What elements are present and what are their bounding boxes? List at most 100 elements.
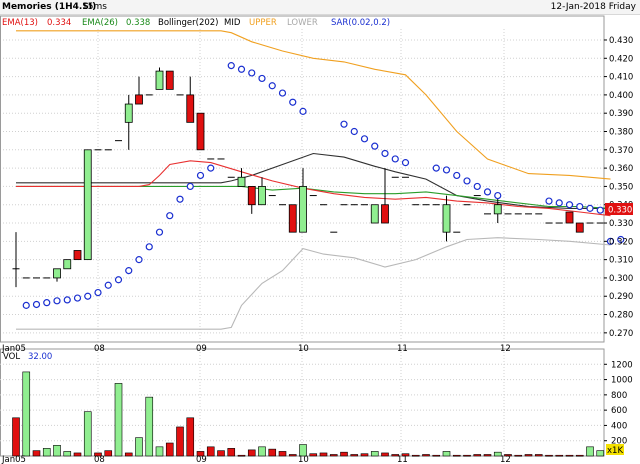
volume-label: VOL [3, 352, 20, 362]
sar-dot [135, 256, 143, 264]
volume-unit-label: x1K [607, 446, 623, 456]
candle [381, 168, 389, 224]
volume-bar-down [124, 452, 133, 457]
price-tick-label: 0.280 [609, 311, 633, 321]
candle [73, 250, 82, 261]
volume-bar-down [432, 454, 441, 457]
legend-lower: LOWER [287, 18, 318, 28]
volume-bar-down [381, 452, 389, 457]
price-tick-label: 0.430 [609, 36, 633, 46]
candle [53, 268, 61, 282]
volume-bar-down [73, 452, 82, 457]
bollinger-upper-line [16, 30, 611, 180]
price-tick-label: 0.360 [609, 164, 633, 174]
volume-tick-label: 400 [611, 421, 627, 431]
candle-down-body [288, 204, 297, 233]
sar-dot [145, 243, 153, 251]
volume-bar-up [135, 437, 143, 457]
price-tick-label: 0.420 [609, 54, 633, 64]
volume-bar-down [268, 448, 277, 457]
candle-up-body [63, 259, 72, 270]
volume-bar-up [114, 383, 123, 457]
legend-ema13-value: 0.334 [47, 18, 71, 28]
candle-up-body [370, 204, 379, 224]
sar-dot [565, 201, 574, 209]
price-tick-label: 0.350 [609, 182, 633, 192]
sar-dot [196, 171, 205, 180]
candle-down-body [165, 70, 174, 90]
candles [12, 67, 604, 288]
candle-up-body [83, 149, 92, 261]
volume-bar-down [104, 450, 113, 457]
volume-tick-label: 1000 [611, 376, 633, 386]
sar-dot [248, 69, 256, 77]
legend-ema13: EMA(13) [2, 18, 38, 28]
candle [186, 76, 195, 123]
price-tick-label: 0.290 [609, 292, 633, 302]
sar-dots [22, 62, 625, 309]
volume-bar-down [247, 449, 256, 457]
volume-x-tick-label: 10 [298, 455, 309, 464]
price-x-tick-label: 09 [196, 344, 207, 354]
volume-bar-down [206, 446, 215, 457]
price-tick-label: 0.370 [609, 146, 633, 156]
volume-bar-up [596, 450, 605, 457]
price-x-tick-label: 12 [500, 344, 511, 354]
volume-bar-down [186, 417, 195, 457]
legend-mid: MID [224, 18, 241, 28]
sar-dot [371, 142, 379, 150]
volume-x-tick-label: 12 [500, 455, 511, 464]
candle [442, 195, 451, 242]
sar-dot [432, 164, 440, 172]
sar-dot [494, 191, 502, 200]
candle [288, 204, 297, 233]
volume-x-tick-label: 08 [94, 455, 105, 464]
candle-up-body [155, 70, 164, 90]
volume-bar-down [319, 452, 328, 457]
volume-bar-down [555, 454, 564, 457]
candle-down-body [186, 94, 195, 123]
sar-dot [401, 159, 410, 167]
price-axis: 0.2700.2800.2900.3000.3100.3200.3300.340… [604, 36, 633, 339]
sar-dot [176, 195, 184, 203]
sar-dot [32, 300, 41, 309]
candle [63, 259, 72, 270]
sar-dot [166, 212, 174, 220]
price-x-tick-label: 08 [94, 344, 105, 354]
volume-bar-down [165, 442, 174, 457]
sar-dot [94, 288, 102, 297]
candle-up-body [237, 176, 246, 187]
volume-bar-down [473, 454, 482, 457]
candle-up-body [258, 186, 266, 206]
volume-bar-up [370, 451, 379, 457]
sar-dot [473, 182, 481, 191]
volume-bar-down [360, 453, 369, 457]
volume-bar-up [53, 444, 61, 457]
volume-bar-down [12, 417, 20, 457]
sar-dot [258, 74, 266, 83]
legend-bollinger: Bollinger(202) [158, 18, 218, 28]
sar-dot [545, 197, 553, 205]
legend-ema26: EMA(26) [82, 18, 118, 28]
volume-bars [12, 371, 605, 457]
volume-tick-label: 800 [611, 391, 627, 401]
volume-bar-down [176, 426, 184, 457]
sar-dot [381, 149, 389, 158]
sar-dot [391, 155, 399, 163]
sar-dot [104, 281, 112, 289]
volume-bar-down [514, 454, 523, 457]
volume-tick-label: 1200 [611, 360, 633, 370]
volume-axis: 20040060080010001200 [604, 360, 633, 447]
candle [135, 76, 143, 105]
sar-dot [350, 127, 358, 136]
ema13-line [16, 160, 611, 217]
candle-up-body [124, 103, 133, 123]
candle [196, 112, 205, 151]
candle [370, 204, 379, 224]
sar-dot [299, 107, 307, 115]
volume-bar-down [288, 454, 297, 457]
candle [124, 94, 133, 150]
sar-dot [73, 294, 82, 302]
legend-sar: SAR(0.02,0.2) [331, 18, 390, 28]
volume-bar-down [329, 454, 338, 457]
